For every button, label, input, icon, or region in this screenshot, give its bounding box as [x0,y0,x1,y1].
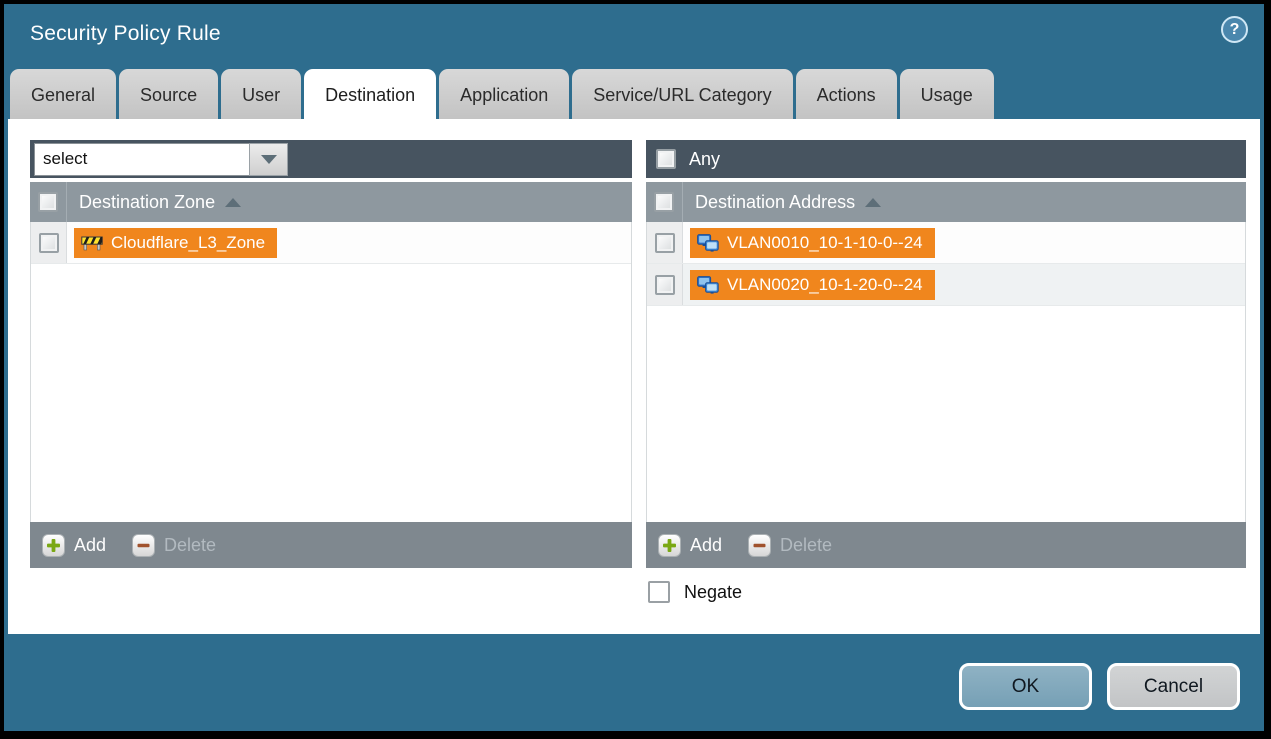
zone-toolbar [30,140,632,182]
zone-barrier-icon [81,234,103,251]
address-row-vlan0010[interactable]: VLAN0010_10-1-10-0--24 [647,222,1245,264]
tab-general[interactable]: General [10,69,116,119]
address-network-icon [697,234,719,252]
any-row: Any [650,149,720,170]
zone-column-header-label: Destination Zone [79,192,215,213]
zone-row-checkcell [31,222,67,263]
zone-row-cloudflare-l3-zone[interactable]: Cloudflare_L3_Zone [31,222,631,264]
address-header-checkcell [646,182,683,222]
address-add-button[interactable]: Add [658,534,722,557]
tab-usage[interactable]: Usage [900,69,994,119]
sort-ascending-icon [225,198,241,207]
address-row-label: VLAN0020_10-1-20-0--24 [727,274,923,296]
negate-checkbox[interactable] [648,581,670,603]
zone-footer: Add Delete [30,522,632,568]
address-row-body: VLAN0020_10-1-20-0--24 [683,264,1245,305]
help-icon[interactable]: ? [1221,16,1248,43]
tab-content-destination: Destination Zone [8,119,1260,634]
ok-button[interactable]: OK [959,663,1092,710]
tab-application[interactable]: Application [439,69,569,119]
address-row-label: VLAN0010_10-1-10-0--24 [727,232,923,254]
zone-add-label: Add [74,535,106,556]
negate-label: Negate [684,582,742,603]
address-footer: Add Delete [646,522,1246,568]
address-chip[interactable]: VLAN0010_10-1-10-0--24 [690,228,935,258]
any-label: Any [689,149,720,170]
any-checkbox[interactable] [656,149,676,169]
tab-actions[interactable]: Actions [796,69,897,119]
address-delete-button[interactable]: Delete [748,534,832,557]
add-plus-icon [658,534,681,557]
zone-add-button[interactable]: Add [42,534,106,557]
address-toolbar: Any [646,140,1246,182]
chevron-down-icon [261,155,277,164]
dialog-button-bar: OK Cancel [4,634,1264,731]
zone-column-header[interactable]: Destination Zone [30,182,632,222]
address-row-checkbox[interactable] [655,233,675,253]
zone-row-body: Cloudflare_L3_Zone [67,222,631,263]
tab-bar: General Source User Destination Applicat… [10,69,994,119]
add-plus-icon [42,534,65,557]
address-row-vlan0020[interactable]: VLAN0020_10-1-20-0--24 [647,264,1245,306]
address-add-label: Add [690,535,722,556]
zone-select-input[interactable] [34,143,249,176]
tab-destination[interactable]: Destination [304,69,436,119]
address-row-body: VLAN0010_10-1-10-0--24 [683,222,1245,263]
zone-row-checkbox[interactable] [39,233,59,253]
dialog-title: Security Policy Rule [30,22,221,46]
address-column-header[interactable]: Destination Address [646,182,1246,222]
zone-row-label: Cloudflare_L3_Zone [111,232,265,254]
cancel-button[interactable]: Cancel [1107,663,1240,710]
address-row-checkcell [647,222,683,263]
tab-source[interactable]: Source [119,69,218,119]
zone-chip[interactable]: Cloudflare_L3_Zone [74,228,277,258]
address-column-header-label: Destination Address [695,192,855,213]
address-delete-label: Delete [780,535,832,556]
zone-select-all-checkbox[interactable] [38,192,58,212]
zone-header-checkcell [30,182,67,222]
destination-address-panel: Any Destination Address [646,140,1246,568]
sort-ascending-icon [865,198,881,207]
zone-delete-button[interactable]: Delete [132,534,216,557]
destination-zone-panel: Destination Zone [30,140,632,568]
address-select-all-checkbox[interactable] [654,192,674,212]
address-rows: VLAN0010_10-1-10-0--24 [646,222,1246,522]
tab-service-url-category[interactable]: Service/URL Category [572,69,792,119]
negate-row: Negate [648,581,742,603]
delete-minus-icon [132,534,155,557]
security-policy-rule-dialog: Security Policy Rule ? General Source Us… [4,4,1264,731]
address-row-checkcell [647,264,683,305]
address-network-icon [697,276,719,294]
zone-select-combo [34,143,288,176]
zone-rows: Cloudflare_L3_Zone [30,222,632,522]
address-row-checkbox[interactable] [655,275,675,295]
zone-select-dropdown-button[interactable] [249,143,288,176]
tab-user[interactable]: User [221,69,301,119]
zone-delete-label: Delete [164,535,216,556]
delete-minus-icon [748,534,771,557]
address-chip[interactable]: VLAN0020_10-1-20-0--24 [690,270,935,300]
